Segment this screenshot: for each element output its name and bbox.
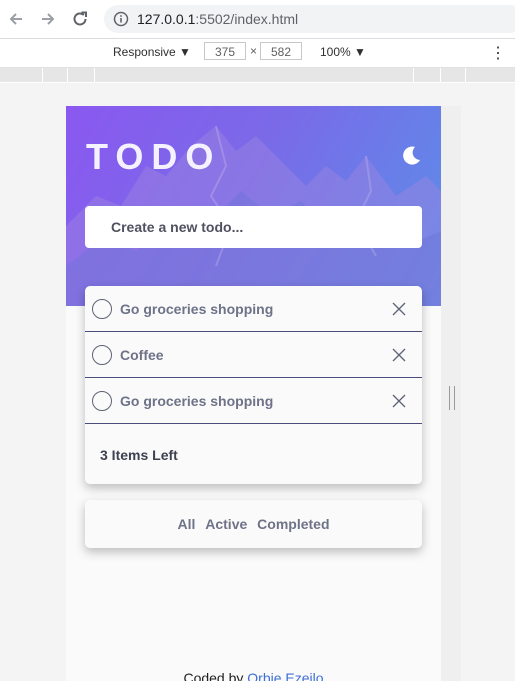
todo-item: Coffee xyxy=(85,332,422,378)
close-icon xyxy=(392,302,406,316)
zoom-label: 100% xyxy=(320,45,351,59)
resize-handle[interactable] xyxy=(449,386,455,410)
reload-button[interactable] xyxy=(69,8,91,30)
back-button[interactable] xyxy=(5,8,27,30)
complete-checkbox[interactable] xyxy=(92,299,112,319)
todo-app: TODO Go groceries shopping Coffee Go gro… xyxy=(66,106,441,681)
arrow-right-icon xyxy=(42,13,55,25)
url-text: 127.0.0.1:5502/index.html xyxy=(137,11,299,27)
width-input[interactable]: 375 xyxy=(204,42,246,60)
complete-checkbox[interactable] xyxy=(92,391,112,411)
device-label: Responsive xyxy=(113,45,176,59)
filter-bar: All Active Completed xyxy=(85,500,422,548)
more-options-icon[interactable]: ⋮ xyxy=(490,43,506,63)
caret-down-icon: ▼ xyxy=(179,45,191,59)
reload-icon xyxy=(73,11,87,26)
complete-checkbox[interactable] xyxy=(92,345,112,365)
credit-prefix: Coded by xyxy=(183,670,244,681)
delete-button[interactable] xyxy=(391,301,407,317)
times-sign: × xyxy=(250,44,258,58)
moon-icon xyxy=(403,146,420,165)
delete-button[interactable] xyxy=(391,347,407,363)
theme-toggle-button[interactable] xyxy=(399,144,423,168)
todo-text[interactable]: Coffee xyxy=(120,347,164,363)
hero-banner: TODO xyxy=(66,106,441,306)
footer-credit: Coded by Orbie Ezeilo xyxy=(66,670,441,681)
close-icon xyxy=(392,348,406,362)
zoom-select[interactable]: 100% ▼ xyxy=(320,45,366,59)
close-icon xyxy=(392,394,406,408)
author-link[interactable]: Orbie Ezeilo xyxy=(247,670,323,681)
todo-text[interactable]: Go groceries shopping xyxy=(120,301,273,317)
filter-group: All Active Completed xyxy=(85,516,422,532)
device-toolbar: Responsive ▼ 375 × 582 100% ▼ ⋮ xyxy=(0,39,515,68)
new-todo-input[interactable] xyxy=(85,206,422,248)
device-select[interactable]: Responsive ▼ xyxy=(113,45,191,59)
items-left-count: 3 Items Left xyxy=(100,447,178,463)
delete-button[interactable] xyxy=(391,393,407,409)
todo-item: Go groceries shopping xyxy=(85,378,422,424)
filter-active[interactable]: Active xyxy=(205,516,247,532)
filter-all[interactable]: All xyxy=(177,516,195,532)
browser-toolbar: 127.0.0.1:5502/index.html xyxy=(0,0,515,39)
todo-text[interactable]: Go groceries shopping xyxy=(120,393,273,409)
height-input[interactable]: 582 xyxy=(260,42,302,60)
app-title: TODO xyxy=(86,136,222,177)
todo-item: Go groceries shopping xyxy=(85,286,422,332)
arrow-left-icon xyxy=(9,13,22,25)
media-query-ruler[interactable] xyxy=(0,68,515,82)
forward-button[interactable] xyxy=(37,8,59,30)
info-icon[interactable] xyxy=(113,11,129,27)
address-bar[interactable]: 127.0.0.1:5502/index.html xyxy=(104,5,515,33)
caret-down-icon: ▼ xyxy=(354,45,366,59)
todo-list: Go groceries shopping Coffee Go grocerie… xyxy=(85,286,422,484)
filter-completed[interactable]: Completed xyxy=(257,516,329,532)
